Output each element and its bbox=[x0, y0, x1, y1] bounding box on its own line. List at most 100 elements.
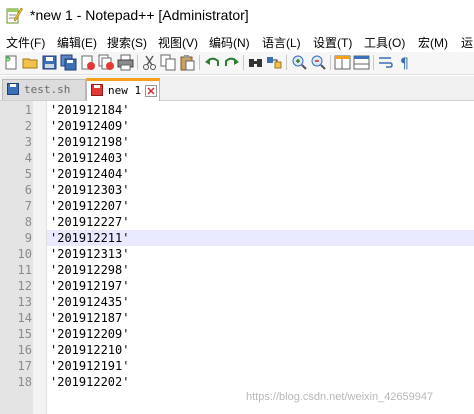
menu-edit[interactable]: 编辑(E) bbox=[57, 34, 97, 51]
toolbar-separator bbox=[330, 55, 331, 70]
menu-file[interactable]: 文件(F) bbox=[6, 34, 45, 51]
line-number: 3 bbox=[24, 135, 32, 149]
tab-new-1[interactable]: new 1 bbox=[86, 78, 160, 101]
undo-icon[interactable] bbox=[204, 54, 221, 71]
line-number: 15 bbox=[17, 327, 32, 341]
sync-horizontal-icon[interactable] bbox=[353, 54, 370, 71]
line-text: '201912227' bbox=[50, 215, 130, 229]
editor-line[interactable]: 4 '201912403' bbox=[0, 150, 474, 166]
menu-tools[interactable]: 工具(O) bbox=[364, 34, 405, 51]
save-all-icon[interactable] bbox=[60, 54, 77, 71]
editor-line[interactable]: 3 '201912198' bbox=[0, 134, 474, 150]
tab-test-sh[interactable]: test.sh bbox=[2, 79, 86, 100]
menu-settings[interactable]: 设置(T) bbox=[313, 34, 352, 51]
save-icon[interactable] bbox=[41, 54, 58, 71]
editor-line[interactable]: 10 '201912313' bbox=[0, 246, 474, 262]
tab-label: test.sh bbox=[24, 83, 71, 96]
editor-line[interactable]: 8 '201912227' bbox=[0, 214, 474, 230]
line-text: '201912209' bbox=[50, 327, 130, 341]
line-number: 10 bbox=[17, 247, 32, 261]
editor-line[interactable]: 17 '201912191' bbox=[0, 358, 474, 374]
line-text: '201912313' bbox=[50, 247, 130, 261]
line-number: 1 bbox=[24, 103, 32, 117]
title-bar: *new 1 - Notepad++ [Administrator] bbox=[0, 0, 474, 32]
line-text: '201912409' bbox=[50, 119, 130, 133]
svg-text:¶: ¶ bbox=[400, 56, 409, 71]
line-number: 8 bbox=[24, 215, 32, 229]
tab-label: new 1 bbox=[108, 84, 142, 97]
editor-line[interactable]: 6 '201912303' bbox=[0, 182, 474, 198]
line-text: '201912303' bbox=[50, 183, 130, 197]
notepad-plus-plus-icon bbox=[6, 7, 23, 24]
new-file-icon[interactable]: + bbox=[3, 54, 20, 71]
editor-line[interactable]: 9 '201912211' bbox=[0, 230, 474, 246]
word-wrap-icon[interactable] bbox=[377, 54, 394, 71]
zoom-out-icon[interactable] bbox=[310, 54, 327, 71]
tab-bar: test.sh new 1 bbox=[0, 76, 474, 101]
line-text: '201912184' bbox=[50, 103, 130, 117]
menu-view[interactable]: 视图(V) bbox=[158, 34, 198, 51]
editor-line[interactable]: 15 '201912209' bbox=[0, 326, 474, 342]
paste-icon[interactable] bbox=[179, 54, 196, 71]
toolbar-separator bbox=[199, 55, 200, 70]
close-all-icon[interactable] bbox=[98, 54, 115, 71]
copy-icon[interactable] bbox=[160, 54, 177, 71]
menu-language[interactable]: 语言(L) bbox=[262, 34, 301, 51]
line-text: '201912403' bbox=[50, 151, 130, 165]
line-number: 18 bbox=[17, 375, 32, 389]
menu-macro[interactable]: 宏(M) bbox=[418, 34, 448, 51]
window-title: *new 1 - Notepad++ [Administrator] bbox=[30, 7, 249, 23]
close-x-icon bbox=[147, 87, 155, 95]
sync-vertical-icon[interactable] bbox=[334, 54, 351, 71]
menu-search[interactable]: 搜索(S) bbox=[107, 34, 147, 51]
show-all-chars-icon[interactable]: ¶ bbox=[396, 54, 413, 71]
menu-run[interactable]: 运 bbox=[461, 34, 473, 51]
saved-file-icon bbox=[7, 83, 19, 95]
editor-line[interactable]: 18 '201912202' bbox=[0, 374, 474, 390]
editor-line[interactable]: 13 '201912435' bbox=[0, 294, 474, 310]
line-text: '201912207' bbox=[50, 199, 130, 213]
line-number: 17 bbox=[17, 359, 32, 373]
line-number: 12 bbox=[17, 279, 32, 293]
editor-line[interactable]: 2 '201912409' bbox=[0, 118, 474, 134]
toolbar-separator bbox=[373, 55, 374, 70]
editor-line[interactable]: 12 '201912197' bbox=[0, 278, 474, 294]
line-number: 6 bbox=[24, 183, 32, 197]
editor-line[interactable]: 7 '201912207' bbox=[0, 198, 474, 214]
line-text: '201912202' bbox=[50, 375, 130, 389]
open-file-icon[interactable] bbox=[22, 54, 39, 71]
line-number: 4 bbox=[24, 151, 32, 165]
close-icon[interactable] bbox=[79, 54, 96, 71]
watermark: https://blog.csdn.net/weixin_42659947 bbox=[246, 391, 434, 403]
tab-close-button[interactable] bbox=[145, 85, 157, 97]
line-number: 14 bbox=[17, 311, 32, 325]
line-number: 2 bbox=[24, 119, 32, 133]
line-number: 16 bbox=[17, 343, 32, 357]
line-text: '201912210' bbox=[50, 343, 130, 357]
zoom-in-icon[interactable] bbox=[291, 54, 308, 71]
line-text: '201912191' bbox=[50, 359, 130, 373]
editor-line[interactable]: 1 '201912184' bbox=[0, 102, 474, 118]
menu-encoding[interactable]: 编码(N) bbox=[209, 34, 250, 51]
cut-icon[interactable] bbox=[141, 54, 158, 71]
print-icon[interactable] bbox=[117, 54, 134, 71]
line-text: '201912435' bbox=[50, 295, 130, 309]
editor-line[interactable]: 11 '201912298' bbox=[0, 262, 474, 278]
line-number: 7 bbox=[24, 199, 32, 213]
line-number: 11 bbox=[17, 263, 32, 277]
editor-line[interactable]: 5 '201912404' bbox=[0, 166, 474, 182]
line-text: '201912197' bbox=[50, 279, 130, 293]
line-number: 9 bbox=[24, 231, 32, 245]
line-text: '201912298' bbox=[50, 263, 130, 277]
line-number: 5 bbox=[24, 167, 32, 181]
toolbar-separator bbox=[243, 55, 244, 70]
redo-icon[interactable] bbox=[223, 54, 240, 71]
editor-line[interactable]: 14 '201912187' bbox=[0, 310, 474, 326]
find-icon[interactable] bbox=[247, 54, 264, 71]
editor-line[interactable]: 16 '201912210' bbox=[0, 342, 474, 358]
replace-icon[interactable] bbox=[266, 54, 283, 71]
toolbar-separator bbox=[286, 55, 287, 70]
line-text: '201912211' bbox=[50, 231, 130, 245]
line-number: 13 bbox=[17, 295, 32, 309]
line-text: '201912404' bbox=[50, 167, 130, 181]
